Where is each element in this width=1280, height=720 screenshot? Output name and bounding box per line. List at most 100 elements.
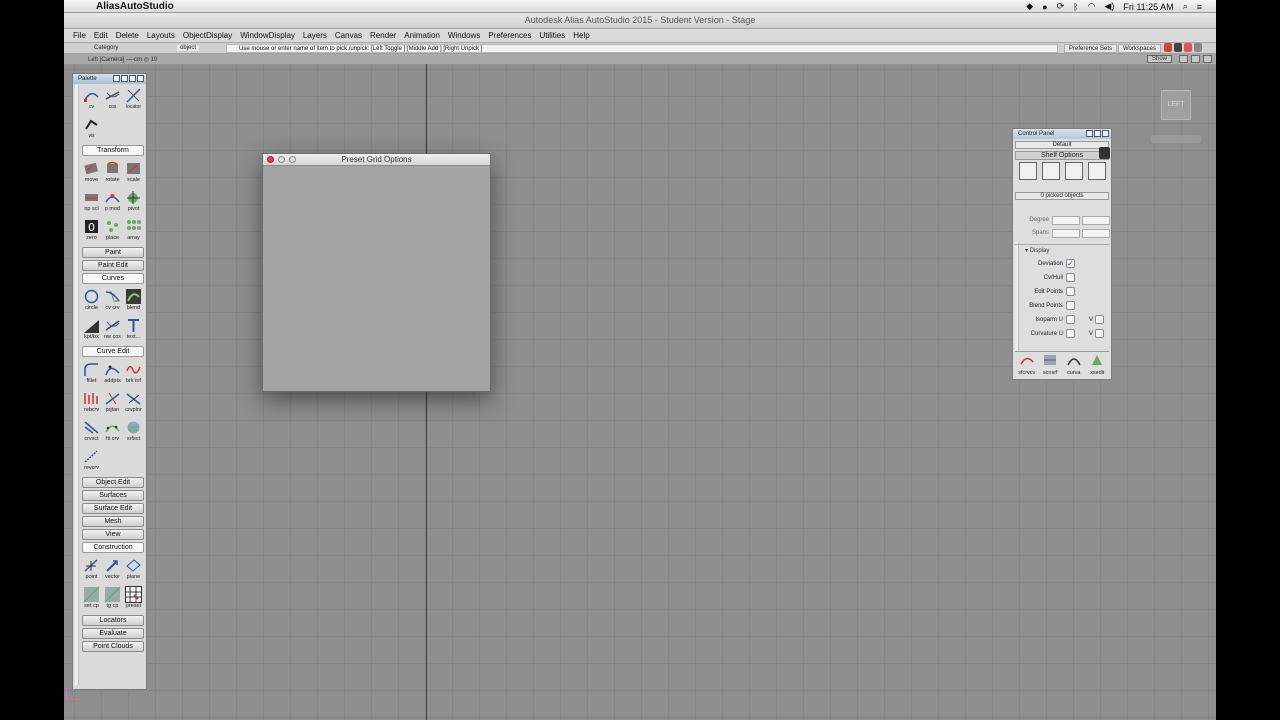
palette-menu-icon[interactable] <box>113 75 120 82</box>
tool-circle[interactable]: circle <box>81 286 102 315</box>
minimize-icon[interactable] <box>278 156 285 163</box>
trash-icon[interactable] <box>1099 147 1110 159</box>
menu-animation[interactable]: Animation <box>400 29 444 42</box>
close-icon[interactable] <box>267 156 274 163</box>
category-dropdown[interactable]: Category <box>94 45 118 51</box>
menu-windowdisplay[interactable]: WindowDisplay <box>236 29 299 42</box>
play-icon[interactable] <box>1194 43 1202 52</box>
viewcube-home-tab[interactable] <box>1151 135 1201 143</box>
collapse-icon[interactable] <box>1094 130 1101 137</box>
magnet-icon[interactable] <box>1164 43 1172 52</box>
menu-preferences[interactable]: Preferences <box>484 29 535 42</box>
tool-set-cp[interactable]: set cp <box>81 584 102 613</box>
isoparm-u-checkbox[interactable] <box>1066 315 1075 324</box>
tool-place[interactable]: place <box>102 216 123 245</box>
preset-dropdown[interactable]: Default <box>1015 141 1109 149</box>
tool-srfsct[interactable]: srfsct <box>123 417 144 446</box>
edit-points-checkbox[interactable] <box>1066 287 1075 296</box>
shelf-chart-icon[interactable] <box>1065 162 1083 180</box>
palette-close-icon[interactable] <box>137 75 144 82</box>
notifications-icon[interactable]: ≡ <box>1197 2 1202 12</box>
section-view[interactable]: View <box>82 529 144 540</box>
menu-objectdisplay[interactable]: ObjectDisplay <box>179 29 236 42</box>
evernote-icon[interactable]: ● <box>1042 2 1047 12</box>
maximize-view-icon[interactable] <box>1191 55 1200 63</box>
menu-windows[interactable]: Windows <box>444 29 484 42</box>
tool-scale[interactable]: scale <box>123 158 144 187</box>
tool-vector[interactable]: vector <box>102 555 123 584</box>
tool-preset[interactable]: preset <box>123 584 144 613</box>
dropbox-icon[interactable]: ◆ <box>1026 1 1033 12</box>
curvature-v-checkbox[interactable] <box>1095 329 1104 338</box>
view-label[interactable]: Left [Camera] —-cm ◎ 10 <box>88 56 157 63</box>
tool-rebcrv[interactable]: rebcrv <box>81 388 102 417</box>
zoom-icon[interactable] <box>289 156 296 163</box>
tool-point[interactable]: point <box>81 555 102 584</box>
menu-layers[interactable]: Layers <box>299 29 331 42</box>
section-evaluate[interactable]: Evaluate <box>82 628 144 639</box>
isoparm-v-checkbox[interactable] <box>1095 315 1104 324</box>
volume-icon[interactable]: ◀) <box>1104 1 1114 12</box>
section-object-edit[interactable]: Object Edit <box>82 477 144 488</box>
tool-brk-inf[interactable]: brk inf <box>123 359 144 388</box>
tool-plane[interactable]: plane <box>123 555 144 584</box>
section-transform[interactable]: Transform <box>82 145 144 156</box>
prompt-line[interactable]: Use mouse or enter name of item to pick … <box>226 44 1058 53</box>
control-panel-header[interactable]: Control Panel <box>1013 129 1111 139</box>
bluetooth-icon[interactable]: ᛒ <box>1073 2 1078 12</box>
tool-tg-cp[interactable]: tg cp <box>102 584 123 613</box>
section-curve-edit[interactable]: Curve Edit <box>82 346 144 357</box>
shelf-tool-scnsrf[interactable]: scnsrf <box>1039 352 1061 379</box>
close-icon[interactable] <box>1102 130 1109 137</box>
close-view-icon[interactable] <box>1203 55 1212 63</box>
tool-locator[interactable]: locator <box>123 85 144 114</box>
tool-fillet[interactable]: fillet <box>81 359 102 388</box>
tool-text[interactable]: text... <box>123 315 144 344</box>
tool-cos[interactable]: cos <box>102 85 123 114</box>
wifi-icon[interactable]: ◠ <box>1088 1 1096 12</box>
spotlight-icon[interactable]: ⌕ <box>1183 1 1188 12</box>
spans-field-v[interactable] <box>1082 229 1110 238</box>
shelf-grid-icon[interactable] <box>1019 162 1037 180</box>
shelf-window-icon[interactable] <box>1042 162 1060 180</box>
tool-rotate[interactable]: rotate <box>102 158 123 187</box>
blend-points-checkbox[interactable] <box>1066 301 1075 310</box>
tool-cv[interactable]: cv <box>81 85 102 114</box>
tool-pivot[interactable]: pivot <box>123 187 144 216</box>
degree-field-v[interactable] <box>1082 216 1110 225</box>
workspaces-button[interactable]: Workspaces <box>1118 44 1161 53</box>
tool-revcrv[interactable]: revcrv <box>81 446 102 475</box>
sync-icon[interactable]: ⟳ <box>1057 1 1065 12</box>
menu-render[interactable]: Render <box>366 29 400 42</box>
tumble-icon[interactable] <box>1179 55 1188 63</box>
deviation-checkbox[interactable]: ✓ <box>1066 259 1075 268</box>
palette-header[interactable]: Palette <box>73 74 146 84</box>
tool-array[interactable]: array <box>123 216 144 245</box>
section-mesh[interactable]: Mesh <box>82 516 144 527</box>
menu-file[interactable]: File <box>69 29 90 42</box>
menu-canvas[interactable]: Canvas <box>331 29 366 42</box>
tool-vis[interactable]: vis <box>81 114 102 143</box>
spans-field-u[interactable] <box>1052 229 1080 238</box>
section-curves[interactable]: Curves <box>82 273 144 284</box>
grid-snap-icon[interactable] <box>1174 43 1182 52</box>
palette-list-icon[interactable] <box>121 75 128 82</box>
tool-nw-cos[interactable]: nw cos <box>102 315 123 344</box>
shelf-tool-curva[interactable]: curva <box>1063 352 1085 379</box>
tool-fit-crv[interactable]: fit crv <box>102 417 123 446</box>
tool-np-scl[interactable]: np scl <box>81 187 102 216</box>
tool-crvsct[interactable]: crvsct <box>81 417 102 446</box>
tool-prjtan[interactable]: prjtan <box>102 388 123 417</box>
cvhull-checkbox[interactable] <box>1066 273 1075 282</box>
display-header[interactable]: ▾ Display <box>1025 247 1049 254</box>
viewcube[interactable]: LEFT <box>1161 90 1191 120</box>
tool-cv-crv[interactable]: cv crv <box>102 286 123 315</box>
tool-addpts[interactable]: addpts <box>102 359 123 388</box>
palette-scrollbar[interactable] <box>75 85 79 685</box>
section-construction[interactable]: Construction <box>82 542 144 553</box>
section-paint[interactable]: Paint <box>82 247 144 258</box>
section-surfaces[interactable]: Surfaces <box>82 490 144 501</box>
section-point-clouds[interactable]: Point Clouds <box>82 641 144 652</box>
curvature-u-checkbox[interactable] <box>1066 329 1075 338</box>
tool-move[interactable]: move <box>81 158 102 187</box>
